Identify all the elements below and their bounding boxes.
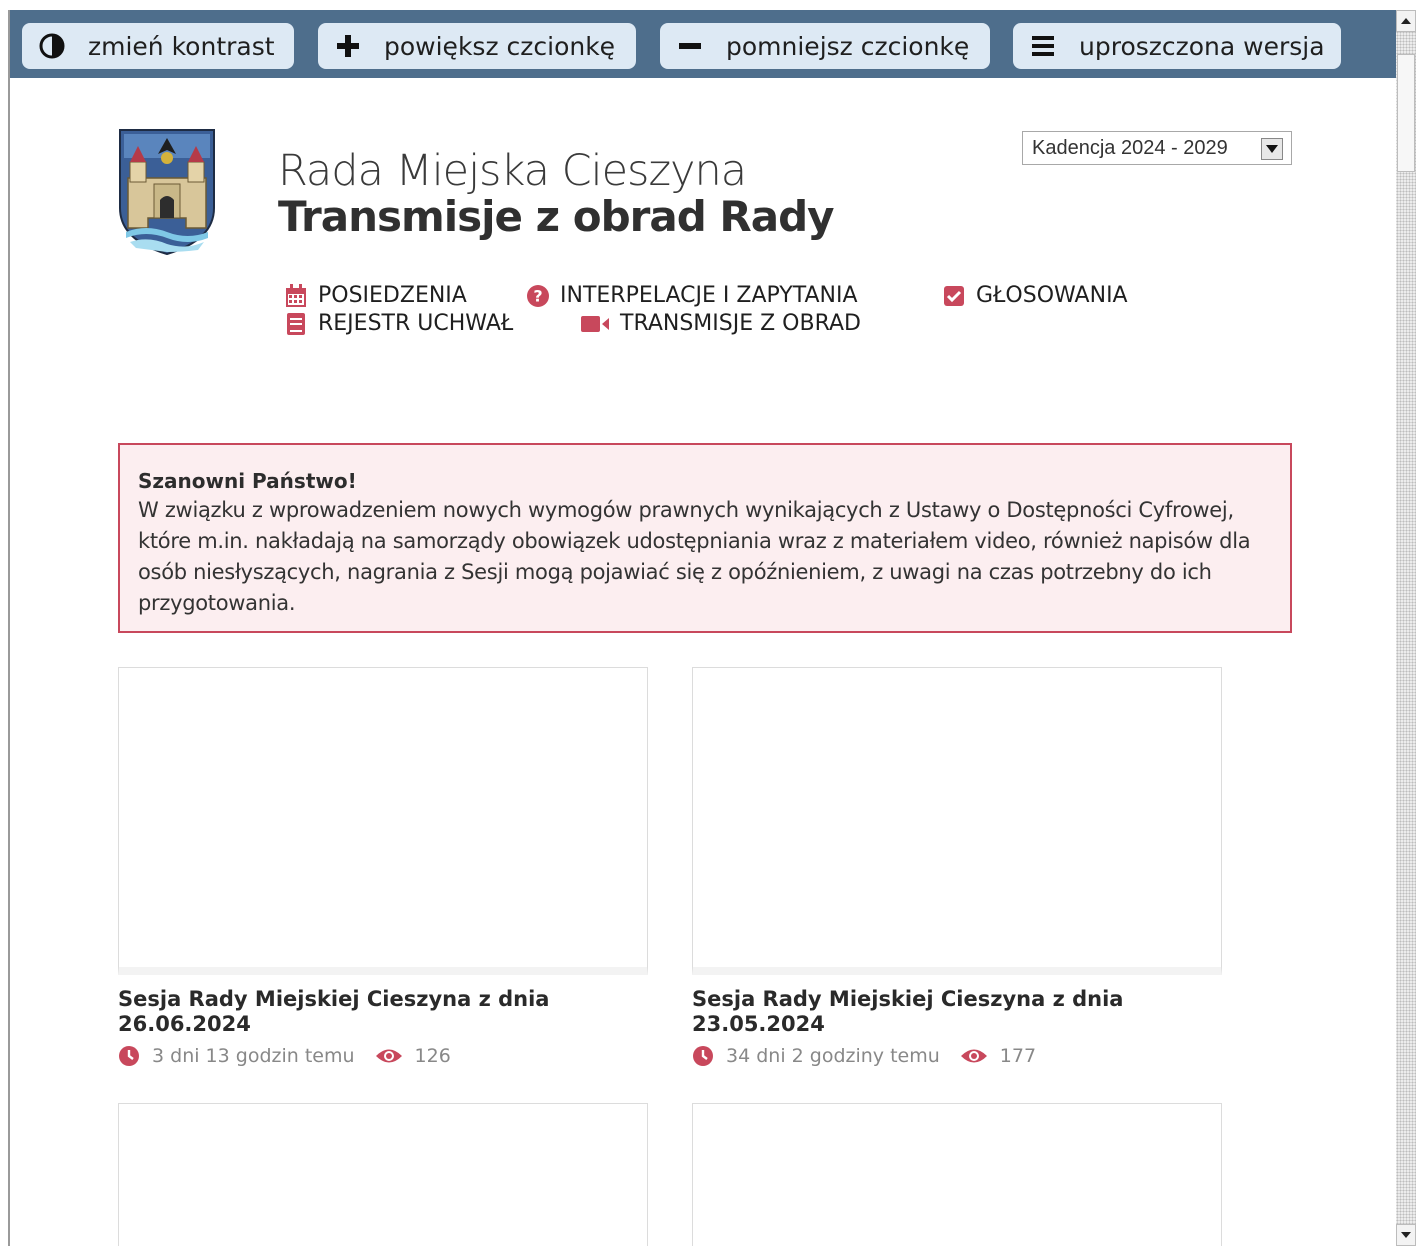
video-meta: 34 dni 2 godziny temu 177 bbox=[692, 1045, 1222, 1067]
video-time-ago: 34 dni 2 godziny temu bbox=[726, 1045, 940, 1067]
clock-icon bbox=[692, 1045, 714, 1067]
term-select[interactable]: Kadencja 2024 - 2029 bbox=[1022, 131, 1292, 165]
video-views: 126 bbox=[414, 1045, 451, 1067]
eye-icon bbox=[960, 1045, 988, 1067]
book-icon bbox=[284, 312, 308, 336]
contrast-icon bbox=[38, 32, 66, 60]
nav-label-posiedzenia: POSIEDZENIA bbox=[318, 283, 467, 308]
video-camera-icon bbox=[580, 312, 610, 336]
vertical-scrollbar[interactable] bbox=[1396, 10, 1416, 1246]
nav-label-interpelacje: INTERPELACJE I ZAPYTANIA bbox=[560, 283, 858, 308]
minus-icon bbox=[676, 32, 704, 60]
accessibility-toolbar: zmień kontrast powiększ czcionkę pomniej… bbox=[10, 10, 1396, 78]
nav-item-posiedzenia[interactable]: POSIEDZENIA bbox=[284, 283, 467, 308]
nav-label-transmisje: TRANSMISJE Z OBRAD bbox=[620, 311, 861, 336]
svg-text:?: ? bbox=[533, 286, 542, 305]
increase-font-button[interactable]: powiększ czcionkę bbox=[318, 23, 636, 69]
eye-icon bbox=[375, 1045, 403, 1067]
video-card bbox=[118, 1103, 648, 1246]
notice-body: W związku z wprowadzeniem nowych wymogów… bbox=[138, 498, 1251, 615]
decrease-font-button[interactable]: pomniejsz czcionkę bbox=[660, 23, 990, 69]
city-crest-logo[interactable] bbox=[118, 128, 216, 256]
nav-item-transmisje[interactable]: TRANSMISJE Z OBRAD bbox=[580, 311, 861, 336]
nav-item-interpelacje[interactable]: ? INTERPELACJE I ZAPYTANIA bbox=[526, 283, 858, 308]
simple-version-label: uproszczona wersja bbox=[1079, 31, 1325, 61]
video-thumbnail[interactable] bbox=[692, 667, 1222, 975]
video-title[interactable]: Sesja Rady Miejskiej Cieszyna z dnia 26.… bbox=[118, 987, 558, 1037]
contrast-label: zmień kontrast bbox=[88, 31, 275, 61]
increase-font-label: powiększ czcionkę bbox=[384, 31, 616, 61]
simple-version-button[interactable]: uproszczona wersja bbox=[1013, 23, 1341, 69]
nav-label-rejestr-uchwal: REJESTR UCHWAŁ bbox=[318, 311, 514, 336]
nav-item-rejestr-uchwal[interactable]: REJESTR UCHWAŁ bbox=[284, 311, 513, 336]
chevron-down-icon[interactable] bbox=[1261, 138, 1283, 160]
nav-label-glosowania: GŁOSOWANIA bbox=[976, 283, 1128, 308]
decrease-font-label: pomniejsz czcionkę bbox=[726, 31, 970, 61]
notice-title: Szanowni Państwo! bbox=[138, 469, 357, 493]
hamburger-icon bbox=[1029, 32, 1057, 60]
video-title[interactable]: Sesja Rady Miejskiej Cieszyna z dnia 23.… bbox=[692, 987, 1132, 1037]
checkbox-icon bbox=[942, 284, 966, 308]
scroll-up-arrow-icon[interactable] bbox=[1396, 10, 1416, 32]
window-top-edge bbox=[0, 0, 1416, 10]
scrollbar-thumb[interactable] bbox=[1397, 54, 1415, 172]
video-meta: 3 dni 13 godzin temu 126 bbox=[118, 1045, 648, 1067]
calendar-icon bbox=[284, 283, 308, 308]
nav-item-glosowania[interactable]: GŁOSOWANIA bbox=[942, 283, 1128, 308]
video-card: Sesja Rady Miejskiej Cieszyna z dnia 26.… bbox=[118, 667, 648, 1067]
notice-box: Szanowni Państwo! W związku z wprowadzen… bbox=[118, 443, 1292, 633]
video-thumbnail[interactable] bbox=[118, 667, 648, 975]
site-title: Rada Miejska Cieszyna bbox=[278, 146, 747, 196]
page-title: Transmisje z obrad Rady bbox=[278, 192, 835, 241]
scroll-down-arrow-icon[interactable] bbox=[1396, 1224, 1416, 1246]
video-card: Sesja Rady Miejskiej Cieszyna z dnia 23.… bbox=[692, 667, 1222, 1067]
video-thumbnail[interactable] bbox=[692, 1103, 1222, 1246]
term-select-value: Kadencja 2024 - 2029 bbox=[1032, 136, 1228, 159]
window-left-edge bbox=[0, 10, 10, 1246]
video-thumbnail[interactable] bbox=[118, 1103, 648, 1246]
contrast-button[interactable]: zmień kontrast bbox=[22, 23, 294, 69]
question-icon: ? bbox=[526, 284, 550, 308]
video-time-ago: 3 dni 13 godzin temu bbox=[152, 1045, 355, 1067]
video-views: 177 bbox=[999, 1045, 1037, 1067]
video-card bbox=[692, 1103, 1222, 1246]
plus-icon bbox=[334, 32, 362, 60]
clock-icon bbox=[118, 1045, 140, 1067]
